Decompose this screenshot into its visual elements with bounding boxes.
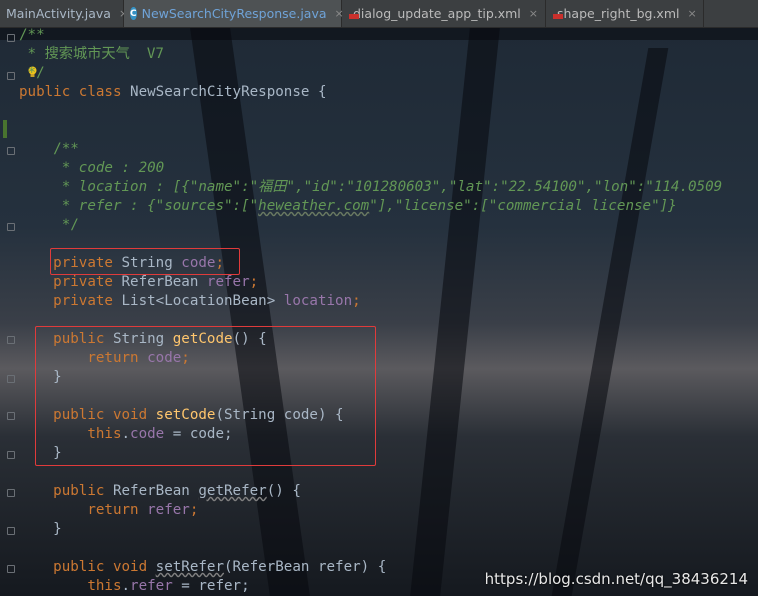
method-params: (ReferBean refer) {: [224, 559, 387, 575]
watermark-text: https://blog.csdn.net/qq_38436214: [484, 570, 748, 588]
assignment: = refer;: [172, 578, 250, 594]
comment-line: * 搜索城市天气 V7: [19, 46, 164, 62]
field-location: location: [283, 293, 353, 309]
comment-line: * refer : {"sources":[": [19, 198, 259, 214]
comment-link: heweather.com: [258, 198, 370, 214]
closing-brace: }: [19, 521, 62, 537]
comment-line: /**: [19, 141, 79, 157]
type-name: ReferBean: [112, 483, 199, 499]
keyword: this: [19, 578, 122, 594]
method-set-refer: setRefer: [155, 559, 225, 575]
field-ref: refer: [147, 502, 190, 518]
semicolon: ;: [249, 274, 259, 290]
keyword: return: [19, 502, 148, 518]
semicolon: ;: [352, 293, 361, 309]
keyword: private: [19, 274, 122, 290]
comment-line: */: [19, 217, 79, 233]
method-params: () {: [266, 483, 301, 499]
keyword: public void: [19, 559, 156, 575]
semicolon: ;: [189, 502, 199, 518]
comment-line: */: [19, 65, 45, 81]
comment-line: "],"license":["commercial license"]}: [369, 198, 677, 214]
keyword: public: [19, 483, 113, 499]
type-name: List<LocationBean>: [121, 293, 284, 309]
highlight-box-field: [50, 248, 240, 275]
comment-line: /**: [19, 27, 45, 43]
keyword: private: [19, 293, 122, 309]
dot: .: [121, 578, 131, 594]
highlight-box-methods: [35, 326, 376, 466]
field-refer: refer: [206, 274, 250, 290]
comment-line: * location : [{"name":"福田","id":"1012806…: [19, 179, 723, 195]
class-name: NewSearchCityResponse {: [130, 84, 327, 100]
field-ref: refer: [130, 578, 173, 594]
type-name: ReferBean: [121, 274, 207, 290]
code-area: /** * 搜索城市天气 V7 */ public class NewSearc…: [0, 0, 758, 596]
keyword: public class: [19, 84, 131, 100]
comment-line: * code : 200: [19, 160, 165, 176]
method-get-refer: getRefer: [198, 483, 267, 499]
